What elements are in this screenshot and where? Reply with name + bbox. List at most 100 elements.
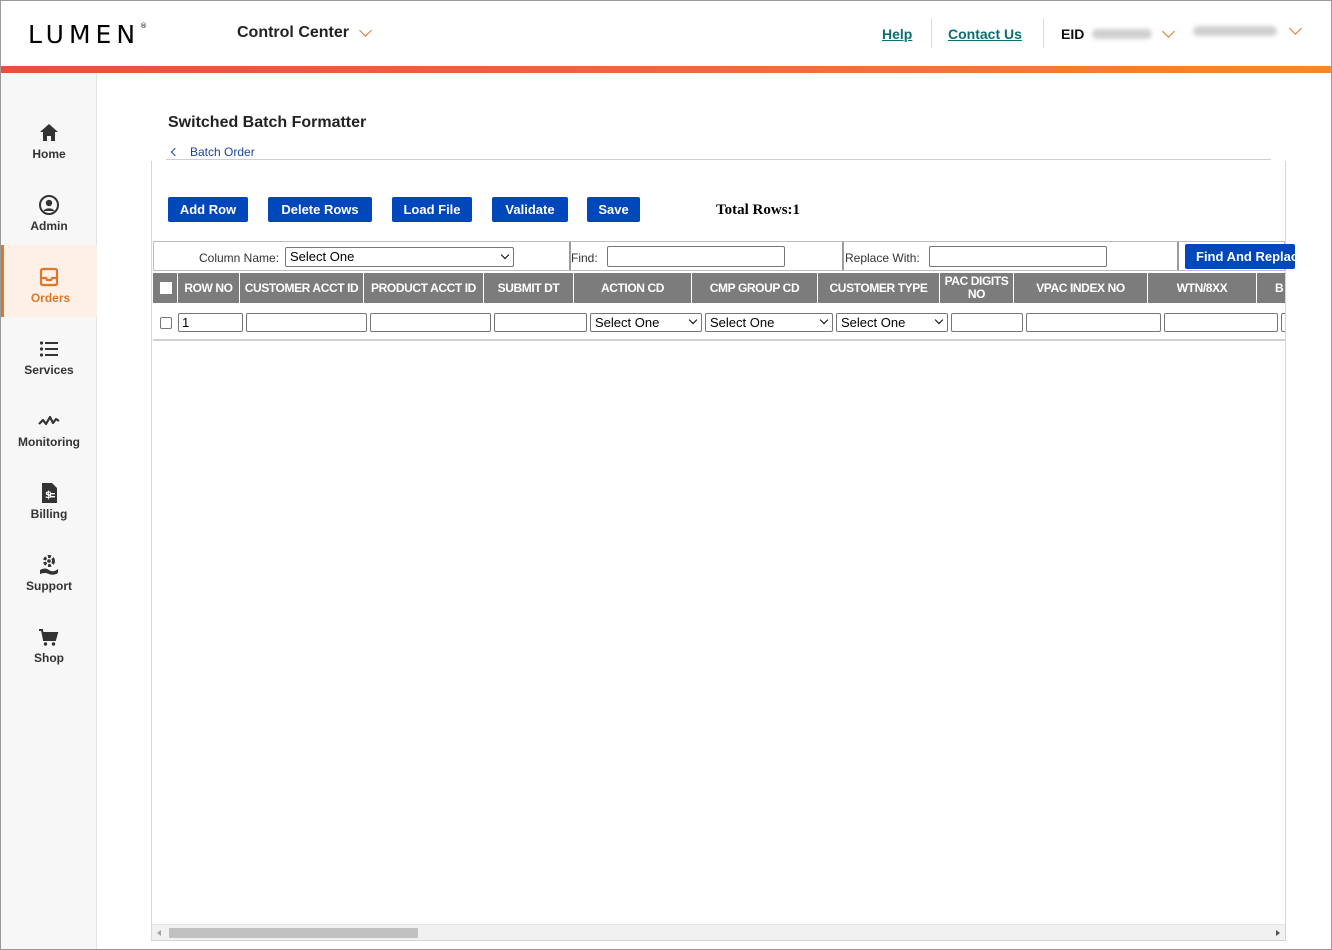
load-file-button[interactable]: Load File	[392, 197, 472, 222]
pac-digits-no-input[interactable]	[951, 313, 1023, 332]
wtn-8xx-input[interactable]	[1164, 313, 1278, 332]
contact-us-link[interactable]: Contact Us	[948, 26, 1022, 42]
validate-button[interactable]: Validate	[492, 197, 568, 222]
support-icon	[40, 555, 58, 575]
horizontal-scrollbar[interactable]	[152, 924, 1285, 940]
app-window: LUMEN® Control Center Help Contact Us EI…	[0, 0, 1332, 950]
sidebar-item-monitoring[interactable]: Monitoring	[1, 389, 97, 461]
table-header: ROW NO CUSTOMER ACCT ID PRODUCT ACCT ID …	[153, 273, 1285, 303]
find-input[interactable]	[607, 246, 785, 267]
chevron-down-icon	[934, 315, 944, 325]
find-and-replace-button[interactable]: Find And Replace	[1185, 244, 1295, 269]
row-checkbox[interactable]	[160, 317, 172, 329]
user-menu[interactable]	[1193, 22, 1302, 36]
chevron-left-icon	[170, 147, 180, 157]
eid-selector[interactable]: EID	[1061, 25, 1176, 42]
customer-acct-id-input[interactable]	[246, 313, 367, 332]
back-link-label: Batch Order	[190, 145, 255, 159]
chevron-down-icon	[359, 24, 372, 37]
lumen-logo[interactable]: LUMEN®	[28, 20, 147, 49]
chevron-down-icon	[1162, 25, 1176, 38]
eid-value-redacted	[1092, 29, 1153, 39]
sidebar: Home Admin Orders Services Monitoring $ …	[1, 73, 97, 949]
list-icon	[39, 341, 58, 357]
help-link[interactable]: Help	[882, 26, 912, 42]
sidebar-item-label: Monitoring	[18, 435, 80, 449]
customer-type-select[interactable]: Select One	[836, 313, 948, 332]
add-row-button[interactable]: Add Row	[168, 197, 248, 222]
column-name-cell: Column Name: Select One	[154, 242, 571, 270]
top-header: LUMEN® Control Center Help Contact Us EI…	[1, 1, 1331, 66]
sidebar-item-label: Shop	[34, 651, 64, 665]
sidebar-item-services[interactable]: Services	[1, 317, 97, 389]
sidebar-item-admin[interactable]: Admin	[1, 173, 97, 245]
page-title: Switched Batch Formatter	[168, 114, 367, 131]
chevron-down-icon	[1289, 22, 1302, 35]
cmp-group-cd-select[interactable]: Select One	[705, 313, 833, 332]
column-header[interactable]: PRODUCT ACCT ID	[364, 273, 484, 303]
row-no-input[interactable]: 1	[178, 313, 243, 332]
sidebar-item-label: Home	[32, 147, 66, 161]
pulse-icon	[38, 415, 60, 426]
column-name-label: Column Name:	[199, 251, 280, 265]
sidebar-item-support[interactable]: Support	[1, 533, 97, 605]
column-header[interactable]: WTN/8XX	[1148, 273, 1257, 303]
header-accent-bar	[1, 66, 1331, 73]
column-header[interactable]: SUBMIT DT	[484, 273, 574, 303]
scrollbar-thumb[interactable]	[169, 928, 418, 938]
product-menu-label: Control Center	[237, 24, 349, 41]
submit-dt-input[interactable]	[494, 313, 587, 332]
divider	[166, 159, 1271, 160]
column-header[interactable]: PAC DIGITS NO	[940, 273, 1014, 303]
find-cell: Find:	[571, 242, 844, 270]
eid-label: EID	[1061, 26, 1085, 42]
replace-with-input[interactable]	[929, 246, 1107, 267]
column-header[interactable]: CUSTOMER TYPE	[818, 273, 940, 303]
scroll-left-arrow-icon[interactable]	[157, 930, 161, 936]
divider	[1043, 18, 1044, 48]
sidebar-item-orders[interactable]: Orders	[1, 245, 97, 317]
total-rows-count: Total Rows:1	[716, 202, 801, 218]
home-icon	[40, 124, 58, 141]
username-redacted	[1193, 26, 1277, 36]
replace-cell: Replace With:	[844, 242, 1179, 270]
sidebar-item-billing[interactable]: $ Billing	[1, 461, 97, 533]
sidebar-item-shop[interactable]: Shop	[1, 605, 97, 677]
table-row: 1 Select One Select One Select One	[153, 303, 1285, 341]
action-cd-select[interactable]: Select One	[590, 313, 702, 332]
column-header[interactable]: VPAC INDEX NO	[1014, 273, 1148, 303]
column-header[interactable]: CMP GROUP CD	[692, 273, 818, 303]
product-acct-id-input[interactable]	[370, 313, 491, 332]
find-label: Find:	[571, 251, 598, 265]
chevron-down-icon	[688, 315, 698, 325]
replace-with-label: Replace With:	[845, 251, 920, 265]
svg-text:$: $	[45, 490, 52, 501]
column-header[interactable]: CUSTOMER ACCT ID	[240, 273, 364, 303]
product-menu[interactable]: Control Center	[237, 24, 372, 42]
column-header[interactable]: ROW NO	[178, 273, 240, 303]
column-header[interactable]: B	[1257, 273, 1285, 303]
inbox-icon	[39, 267, 59, 287]
next-column-input[interactable]	[1281, 313, 1285, 332]
billing-icon: $	[42, 483, 57, 503]
chevron-down-icon	[819, 315, 829, 325]
column-header[interactable]: ACTION CD	[574, 273, 692, 303]
sidebar-item-label: Billing	[30, 507, 68, 521]
save-button[interactable]: Save	[587, 197, 640, 222]
cart-icon	[39, 629, 59, 646]
select-all-checkbox[interactable]	[160, 282, 172, 294]
sidebar-item-home[interactable]: Home	[1, 101, 97, 173]
sidebar-item-label: Support	[26, 579, 72, 593]
back-link-batch-order[interactable]: Batch Order	[170, 145, 255, 159]
divider	[931, 18, 932, 48]
sidebar-item-label: Orders	[30, 291, 71, 305]
find-replace-bar: Column Name: Select One Find: Replace Wi…	[153, 241, 1285, 271]
vpac-index-no-input[interactable]	[1026, 313, 1161, 332]
select-all-cell	[153, 273, 178, 303]
sidebar-item-label: Services	[24, 363, 74, 377]
delete-rows-button[interactable]: Delete Rows	[268, 197, 372, 222]
user-icon	[39, 195, 59, 215]
column-name-select[interactable]: Select One	[285, 247, 514, 267]
sidebar-item-label: Admin	[30, 219, 68, 233]
scroll-right-arrow-icon[interactable]	[1276, 930, 1280, 936]
